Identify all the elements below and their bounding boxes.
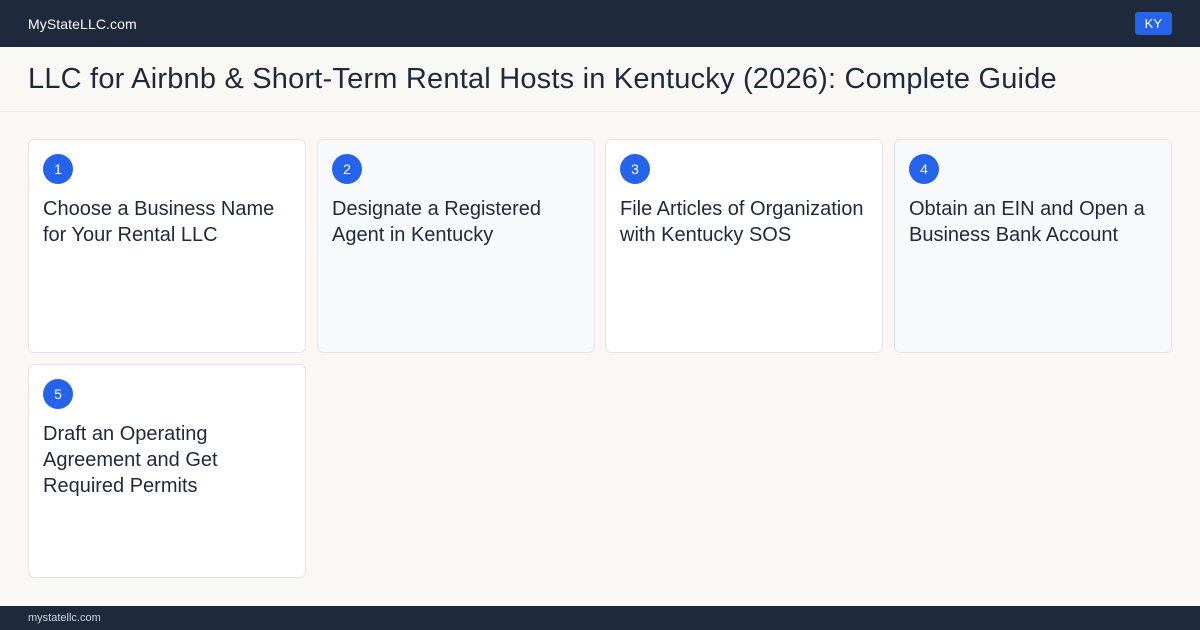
step-card-1: 1 Choose a Business Name for Your Rental… bbox=[28, 139, 306, 353]
step-number-badge: 2 bbox=[332, 154, 362, 184]
step-card-4: 4 Obtain an EIN and Open a Business Bank… bbox=[894, 139, 1172, 353]
step-card-5: 5 Draft an Operating Agreement and Get R… bbox=[28, 364, 306, 578]
page-title: LLC for Airbnb & Short-Term Rental Hosts… bbox=[28, 62, 1057, 95]
title-band: LLC for Airbnb & Short-Term Rental Hosts… bbox=[0, 47, 1200, 112]
state-badge[interactable]: KY bbox=[1134, 12, 1172, 35]
top-nav-bar: MyStateLLC.com KY bbox=[0, 0, 1200, 47]
step-number-badge: 5 bbox=[43, 379, 73, 409]
site-brand-link[interactable]: MyStateLLC.com bbox=[28, 16, 137, 32]
step-card-2: 2 Designate a Registered Agent in Kentuc… bbox=[317, 139, 595, 353]
step-title: Designate a Registered Agent in Kentucky bbox=[332, 198, 542, 246]
step-title: File Articles of Organization with Kentu… bbox=[620, 198, 864, 246]
step-title: Draft an Operating Agreement and Get Req… bbox=[43, 423, 218, 497]
step-number-badge: 4 bbox=[909, 154, 939, 184]
step-number-badge: 1 bbox=[43, 154, 73, 184]
step-title: Obtain an EIN and Open a Business Bank A… bbox=[909, 198, 1145, 246]
footer-bar: mystatellc.com bbox=[0, 606, 1200, 630]
step-number-badge: 3 bbox=[620, 154, 650, 184]
step-card-3: 3 File Articles of Organization with Ken… bbox=[605, 139, 883, 353]
step-title: Choose a Business Name for Your Rental L… bbox=[43, 198, 275, 246]
footer-url-link[interactable]: mystatellc.com bbox=[28, 612, 101, 624]
